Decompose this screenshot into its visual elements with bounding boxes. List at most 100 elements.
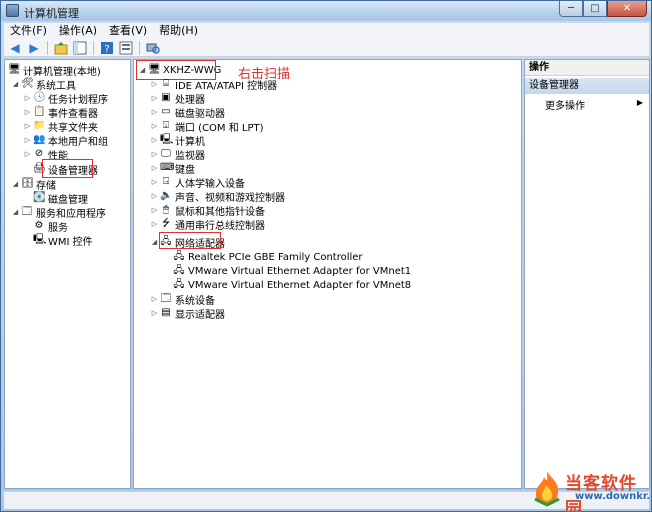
back-icon[interactable]: ◀ <box>7 40 23 56</box>
device-category[interactable]: ▷ 🖳 计算机 <box>150 133 205 148</box>
tree-node-event-viewer[interactable]: ▷ 📋 事件查看器 <box>23 105 98 120</box>
expand-arrow-icon[interactable]: ▷ <box>150 309 159 317</box>
expand-arrow-icon[interactable]: ▷ <box>150 108 159 116</box>
properties-icon[interactable] <box>118 40 134 56</box>
keyboard-icon: ⌨ <box>160 162 175 173</box>
actions-pane: 操作 设备管理器 更多操作 ▶ <box>524 59 650 489</box>
network-adapter-icon: 🖧 <box>173 251 185 262</box>
network-adapter-icon: 🖧 <box>173 265 185 276</box>
toolbar-separator <box>47 40 48 55</box>
chevron-right-icon[interactable]: ▶ <box>637 98 643 107</box>
svg-text:?: ? <box>104 44 109 55</box>
watermark-logo: 当客软件园 www.downkr.com <box>529 467 652 512</box>
maximize-button[interactable]: □ <box>583 1 607 17</box>
expand-arrow-icon[interactable]: ▷ <box>150 164 159 172</box>
tree-node-shared-folders[interactable]: ▷ 📁 共享文件夹 <box>23 119 98 134</box>
more-actions-link[interactable]: 更多操作 <box>545 97 585 112</box>
storage-icon: 🗄 <box>21 178 34 189</box>
ide-controller-icon: ⌸ <box>163 78 169 89</box>
computer-icon: 🖳 <box>160 134 174 145</box>
hid-icon: ⍈ <box>163 176 169 187</box>
monitor-icon: 🖵 <box>161 148 171 159</box>
up-folder-icon[interactable] <box>53 40 69 56</box>
menu-file[interactable]: 文件(F) <box>4 23 53 39</box>
services-apps-icon: 🗔 <box>21 206 33 217</box>
expand-arrow-icon[interactable]: ▷ <box>150 220 159 228</box>
usb-icon: ⭍ <box>161 218 171 229</box>
disk-icon: 💽 <box>33 192 46 203</box>
device-category[interactable]: ▷ ▣ 处理器 <box>150 91 205 106</box>
scan-hardware-icon[interactable] <box>145 40 161 56</box>
network-adapter-icon: 🖧 <box>173 279 185 290</box>
device-category[interactable]: ▷ 🖵 监视器 <box>150 147 205 162</box>
device-category[interactable]: ▷ ⭍ 通用串行总线控制器 <box>150 217 265 232</box>
menu-view[interactable]: 查看(V) <box>103 23 153 39</box>
collapse-arrow-icon[interactable]: ◢ <box>11 80 20 88</box>
sound-icon: 🔈 <box>160 190 173 201</box>
tree-node-services-apps[interactable]: ◢ 🗔 服务和应用程序 <box>11 205 106 220</box>
expand-arrow-icon[interactable]: ▷ <box>23 136 32 144</box>
collapse-arrow-icon[interactable]: ◢ <box>150 238 159 246</box>
event-log-icon: 📋 <box>33 106 46 117</box>
device-category[interactable]: ▷ ⍗ 端口 (COM 和 LPT) <box>150 119 264 134</box>
tree-node-system-tools[interactable]: ◢ 🛠 系统工具 <box>11 77 76 92</box>
expand-arrow-icon[interactable]: ▷ <box>150 122 159 130</box>
disk-drive-icon: ▭ <box>161 106 171 117</box>
expand-arrow-icon[interactable]: ▷ <box>150 178 159 186</box>
tree-node-local-users[interactable]: ▷ 👥 本地用户和组 <box>23 133 108 148</box>
toolbar-separator <box>139 40 140 55</box>
system-devices-icon: 🗔 <box>160 293 172 304</box>
title-bar: 计算机管理 ─ □ ✕ <box>1 1 651 21</box>
close-button[interactable]: ✕ <box>607 1 647 17</box>
expand-arrow-icon[interactable]: ▷ <box>23 108 32 116</box>
forward-icon[interactable]: ▶ <box>26 40 42 56</box>
flame-logo-icon <box>534 471 560 507</box>
help-icon[interactable]: ? <box>99 40 115 56</box>
actions-section-device-manager[interactable]: 设备管理器 <box>525 78 649 94</box>
menu-action[interactable]: 操作(A) <box>53 23 103 39</box>
expand-arrow-icon[interactable]: ▷ <box>150 150 159 158</box>
clock-icon: 🕓 <box>33 92 46 103</box>
device-category[interactable]: ▷ ⍈ 人体学输入设备 <box>150 175 245 190</box>
device-category[interactable]: ▷ ⌨ 键盘 <box>150 161 195 176</box>
toolbar-separator <box>93 40 94 55</box>
device-tree-pane: ◢ 🖥 XKHZ-WWG 右击扫描 ▷ ⌸ IDE ATA/ATAPI 控制器 … <box>133 59 522 489</box>
wmi-icon: 🖳 <box>33 234 47 245</box>
tree-node-storage[interactable]: ◢ 🗄 存储 <box>11 177 56 192</box>
expand-arrow-icon[interactable]: ▷ <box>150 136 159 144</box>
expand-arrow-icon[interactable]: ▷ <box>23 122 32 130</box>
tree-node-disk-management[interactable]: 💽 磁盘管理 <box>32 191 88 206</box>
device-category[interactable]: ▷ 🔈 声音、视频和游戏控制器 <box>150 189 285 204</box>
tree-node-services[interactable]: ⚙ 服务 <box>32 219 68 234</box>
actions-header: 操作 <box>525 60 649 76</box>
highlight-network-adapters <box>159 232 221 249</box>
device-category[interactable]: ▷ ⌸ IDE ATA/ATAPI 控制器 <box>150 77 277 92</box>
network-adapter-item[interactable]: 🖧 VMware Virtual Ethernet Adapter for VM… <box>172 278 411 292</box>
tree-node-wmi[interactable]: 🖳 WMI 控件 <box>32 233 93 248</box>
collapse-arrow-icon[interactable]: ◢ <box>11 180 20 188</box>
expand-arrow-icon[interactable]: ▷ <box>23 94 32 102</box>
tree-node-root[interactable]: 🖥 计算机管理(本地) <box>7 63 101 78</box>
device-category[interactable]: ▷ ▤ 显示适配器 <box>150 306 225 321</box>
menu-help[interactable]: 帮助(H) <box>153 23 204 39</box>
expand-arrow-icon[interactable]: ▷ <box>150 206 159 214</box>
network-adapter-item[interactable]: 🖧 VMware Virtual Ethernet Adapter for VM… <box>172 264 411 278</box>
expand-arrow-icon[interactable]: ▷ <box>150 80 159 88</box>
expand-arrow-icon[interactable]: ▷ <box>23 150 32 158</box>
network-adapter-item[interactable]: 🖧 Realtek PCIe GBE Family Controller <box>172 250 362 264</box>
expand-arrow-icon[interactable]: ▷ <box>150 192 159 200</box>
device-category[interactable]: ▷ ▭ 磁盘驱动器 <box>150 105 225 120</box>
expand-arrow-icon[interactable]: ▷ <box>150 295 159 303</box>
expand-arrow-icon[interactable]: ▷ <box>150 94 159 102</box>
show-hide-tree-icon[interactable] <box>72 40 88 56</box>
collapse-arrow-icon[interactable]: ◢ <box>11 208 20 216</box>
tools-icon: 🛠 <box>21 78 34 89</box>
processor-icon: ▣ <box>161 92 171 103</box>
highlight-device-manager <box>42 159 93 178</box>
device-category[interactable]: ▷ 🖱 鼠标和其他指针设备 <box>150 203 265 218</box>
toolbar: ◀ ▶ ? <box>4 39 649 57</box>
device-category[interactable]: ▷ 🗔 系统设备 <box>150 292 215 307</box>
tree-node-task-scheduler[interactable]: ▷ 🕓 任务计划程序 <box>23 91 108 106</box>
minimize-button[interactable]: ─ <box>559 1 583 17</box>
computer-management-icon: 🖥 <box>8 64 21 75</box>
